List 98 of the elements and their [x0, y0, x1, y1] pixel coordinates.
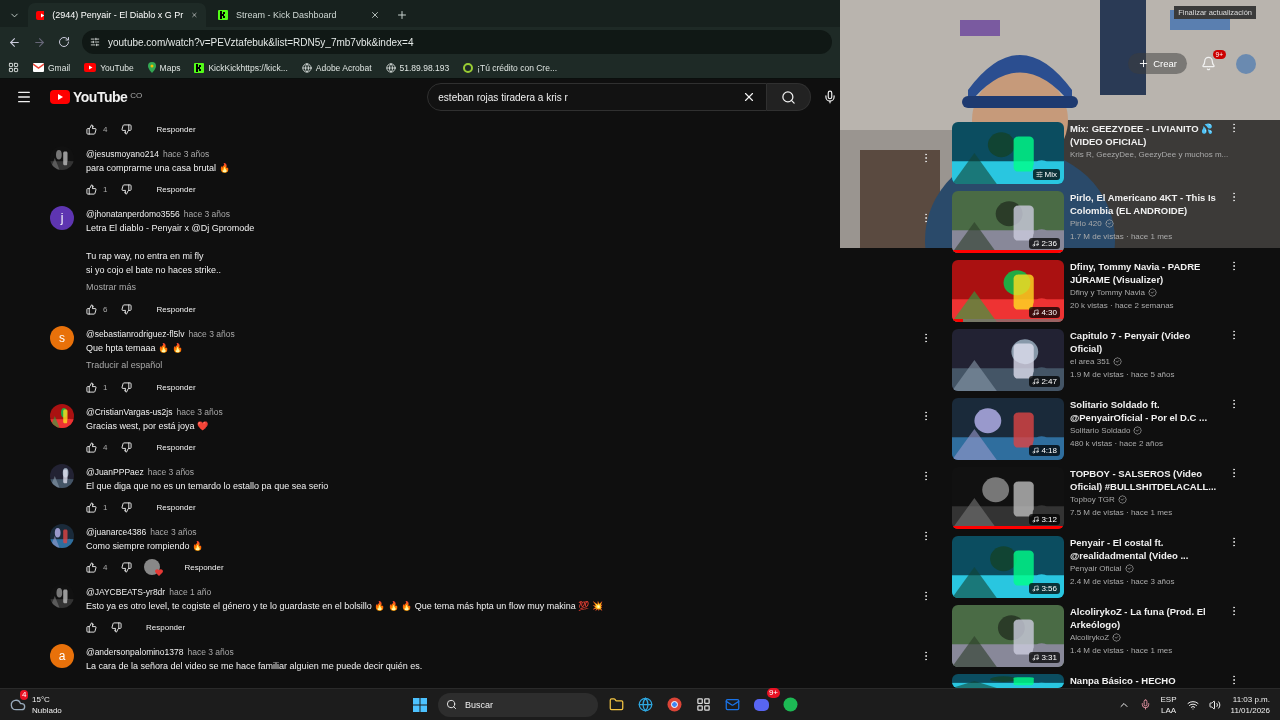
country-code: CO	[130, 91, 143, 100]
comment-text: El que diga que no es un temardo lo estallo pa que sea serio	[86, 480, 329, 493]
video-meta: 1.9 M de vistas · hace 5 años	[1070, 369, 1176, 381]
duration-badge: 4:18	[1029, 445, 1060, 456]
comment-author[interactable]: @JuanPPPaez	[86, 466, 144, 477]
bookmark[interactable]: YouTube	[84, 62, 134, 73]
browser-tab[interactable]: Stream - Kick Dashboard	[210, 3, 388, 27]
comment-time: hace 3 años	[147, 466, 195, 477]
like-count: 4	[103, 442, 108, 452]
browser-tab[interactable]: (2944) Penyair - El Diablo x G Pr	[28, 3, 206, 27]
comment-time: hace 3 años	[188, 328, 235, 339]
video-thumbnail[interactable]: 4:18	[952, 398, 1064, 460]
video-meta: 1.4 M de vistas · hace 1 mes	[1070, 645, 1174, 657]
channel-name[interactable]: Solitario Soldado	[1070, 424, 1131, 437]
like-count: 1	[103, 184, 108, 194]
bookmark[interactable]: ¡Tú crédito con Cre...	[463, 62, 557, 73]
duration-badge: 2:47	[1029, 376, 1060, 387]
comment-author[interactable]: @jhonatanperdomo3556	[86, 208, 180, 219]
comment-text: Letra El diablo - Penyair x @Dj Gpromode Tu rap way, no entra en mi fly si yo cojo el bate no haces strike..	[86, 222, 255, 277]
user-avatar: a	[50, 644, 74, 668]
comment-text: Esto ya es otro level, te cogiste el género y te lo guardaste en el bolsillo 🔥 🔥 🔥 Que tema más hpta un flow muy makina 💯 💥	[86, 600, 603, 613]
comment-author[interactable]: @sebastianrodriguez-fl5lv	[86, 328, 185, 339]
discord-badge: 9+	[766, 687, 780, 698]
comment-author[interactable]: @CristianVargas-us2js	[86, 406, 173, 417]
comment-time: hace 3 años	[150, 526, 197, 537]
like-count: 1	[103, 382, 108, 392]
search-field[interactable]: esteban rojas tiradera a kris r	[427, 83, 768, 111]
comment-text: Como siempre rompiendo 🔥	[86, 540, 205, 553]
weather-text: Nublado	[32, 704, 62, 716]
comment-author[interactable]: @juanarce4386	[86, 526, 147, 537]
channel-name[interactable]: AlcolirykoZ	[1070, 631, 1110, 644]
bookmark[interactable]: Adobe Acrobat	[301, 62, 372, 73]
comment-text: Gracias west, por está joya ❤	[86, 420, 210, 433]
logo-text[interactable]: YouTube	[73, 89, 128, 105]
weather-badge: 4	[20, 689, 29, 700]
comment-text: Que hpta temaaa 🔥 🔥	[86, 342, 184, 355]
channel-name[interactable]: el area 351	[1070, 355, 1111, 368]
reply-button[interactable]: Responder	[150, 438, 202, 456]
comment-time: hace 3 años	[187, 646, 234, 657]
like-count: 4	[103, 562, 108, 572]
video-title[interactable]: Capitulo 7 - Penyair (Video Oficial)	[1070, 329, 1220, 355]
channel-name[interactable]: Dfiny y Tommy Navia	[1070, 286, 1145, 299]
video-meta: 2.4 M de vistas · hace 3 años	[1070, 576, 1176, 588]
like-count: 4	[103, 124, 108, 134]
address-bar[interactable]: youtube.com/watch?v=PEVztafebuk&list=RDN5y_7mb7vbk&index=4	[82, 30, 832, 54]
video-thumbnail[interactable]: 2:47	[952, 329, 1064, 391]
video-thumbnail[interactable]: 3:31	[952, 605, 1064, 667]
bookmark[interactable]: Gmail	[33, 62, 71, 73]
video-meta: 20 k vistas · hace 2 semanas	[1070, 300, 1175, 312]
url-text: youtube.com/watch?v=PEVztafebuk&list=RDN5y_7mb7vbk&index=4	[108, 36, 414, 48]
comment-text: para comprarme una casa brutal 🔥	[86, 162, 230, 175]
video-title[interactable]: Solitario Soldado ft. @PenyairOficial - Por el D.C ...	[1070, 398, 1220, 424]
reply-button[interactable]: Responder	[150, 498, 202, 516]
video-meta: 480 k vistas · hace 2 años	[1070, 438, 1164, 450]
comment-time: hace 3 años	[183, 208, 231, 219]
clock-time: 11:03 p.m.	[1232, 693, 1270, 705]
bookmark[interactable]: 51.89.98.193	[385, 62, 450, 73]
channel-name[interactable]: Topboy TGR	[1070, 493, 1115, 506]
bookmark[interactable]: Maps	[147, 62, 181, 73]
comment-author[interactable]: @JAYCBEATS-yr8dr	[86, 586, 166, 597]
video-thumbnail[interactable]: 3:12	[952, 467, 1064, 529]
like-count: 6	[103, 304, 108, 314]
duration-badge: 3:56	[1029, 583, 1060, 594]
reply-button[interactable]: Responder	[150, 120, 202, 138]
video-thumbnail[interactable]: 3:56	[952, 536, 1064, 598]
reply-button[interactable]: Responder	[150, 180, 202, 198]
comment-text: La cara de la señora del video se me hace familiar alguien me puede decir quién es.	[86, 660, 423, 673]
comment-author[interactable]: @andersonpalomino1378	[86, 646, 184, 657]
reply-button[interactable]: Responder	[140, 618, 192, 636]
video-title[interactable]: TOPBOY - SALSEROS (Video Oficial) #BULLSHITDELACALL...	[1070, 467, 1220, 493]
channel-name[interactable]: Penyair Oficial	[1070, 562, 1122, 575]
comment-time: hace 1 año	[169, 586, 212, 597]
like-count: 1	[103, 502, 108, 512]
video-title[interactable]: Penyair - El costal ft. @realidadmental (Video ...	[1070, 536, 1220, 562]
video-title[interactable]: AlcolirykoZ - La funa (Prod. El Arkeólogo)	[1070, 605, 1220, 631]
video-title[interactable]: Nanpa Básico - HECHO	[1070, 674, 1220, 687]
keyboard-layout: LAA	[1160, 704, 1177, 716]
reply-button[interactable]: Responder	[178, 558, 230, 576]
bookmark[interactable]: KickKickhttps://kick...	[194, 62, 288, 73]
comment-more-link[interactable]: Traducir al español	[86, 357, 235, 373]
comment-time: hace 3 años	[176, 406, 223, 417]
reply-button[interactable]: Responder	[150, 378, 202, 396]
user-avatar: s	[50, 326, 74, 350]
taskbar-search[interactable]: Buscar	[438, 692, 598, 717]
video-meta: 7.5 M de vistas · hace 1 mes	[1070, 507, 1174, 519]
clock-date: 11/01/2026	[1230, 704, 1270, 716]
comment-more-link[interactable]: Mostrar más	[86, 279, 255, 295]
duration-badge: 4:30	[1029, 307, 1060, 318]
reply-button[interactable]: Responder	[150, 300, 202, 318]
language: ESP	[1160, 693, 1177, 705]
video-title[interactable]: Dfiny, Tommy Navia - PADRE JÚRAME (Visualizer)	[1070, 260, 1220, 286]
temperature: 15°C	[32, 693, 50, 705]
duration-badge: 3:12	[1029, 514, 1060, 525]
duration-badge: 3:31	[1029, 652, 1060, 663]
comment-time: hace 3 años	[162, 148, 210, 159]
video-thumbnail[interactable]: 4:30	[952, 260, 1064, 322]
comment-author[interactable]: @jesusmoyano214	[86, 148, 159, 159]
user-avatar: j	[50, 206, 74, 230]
